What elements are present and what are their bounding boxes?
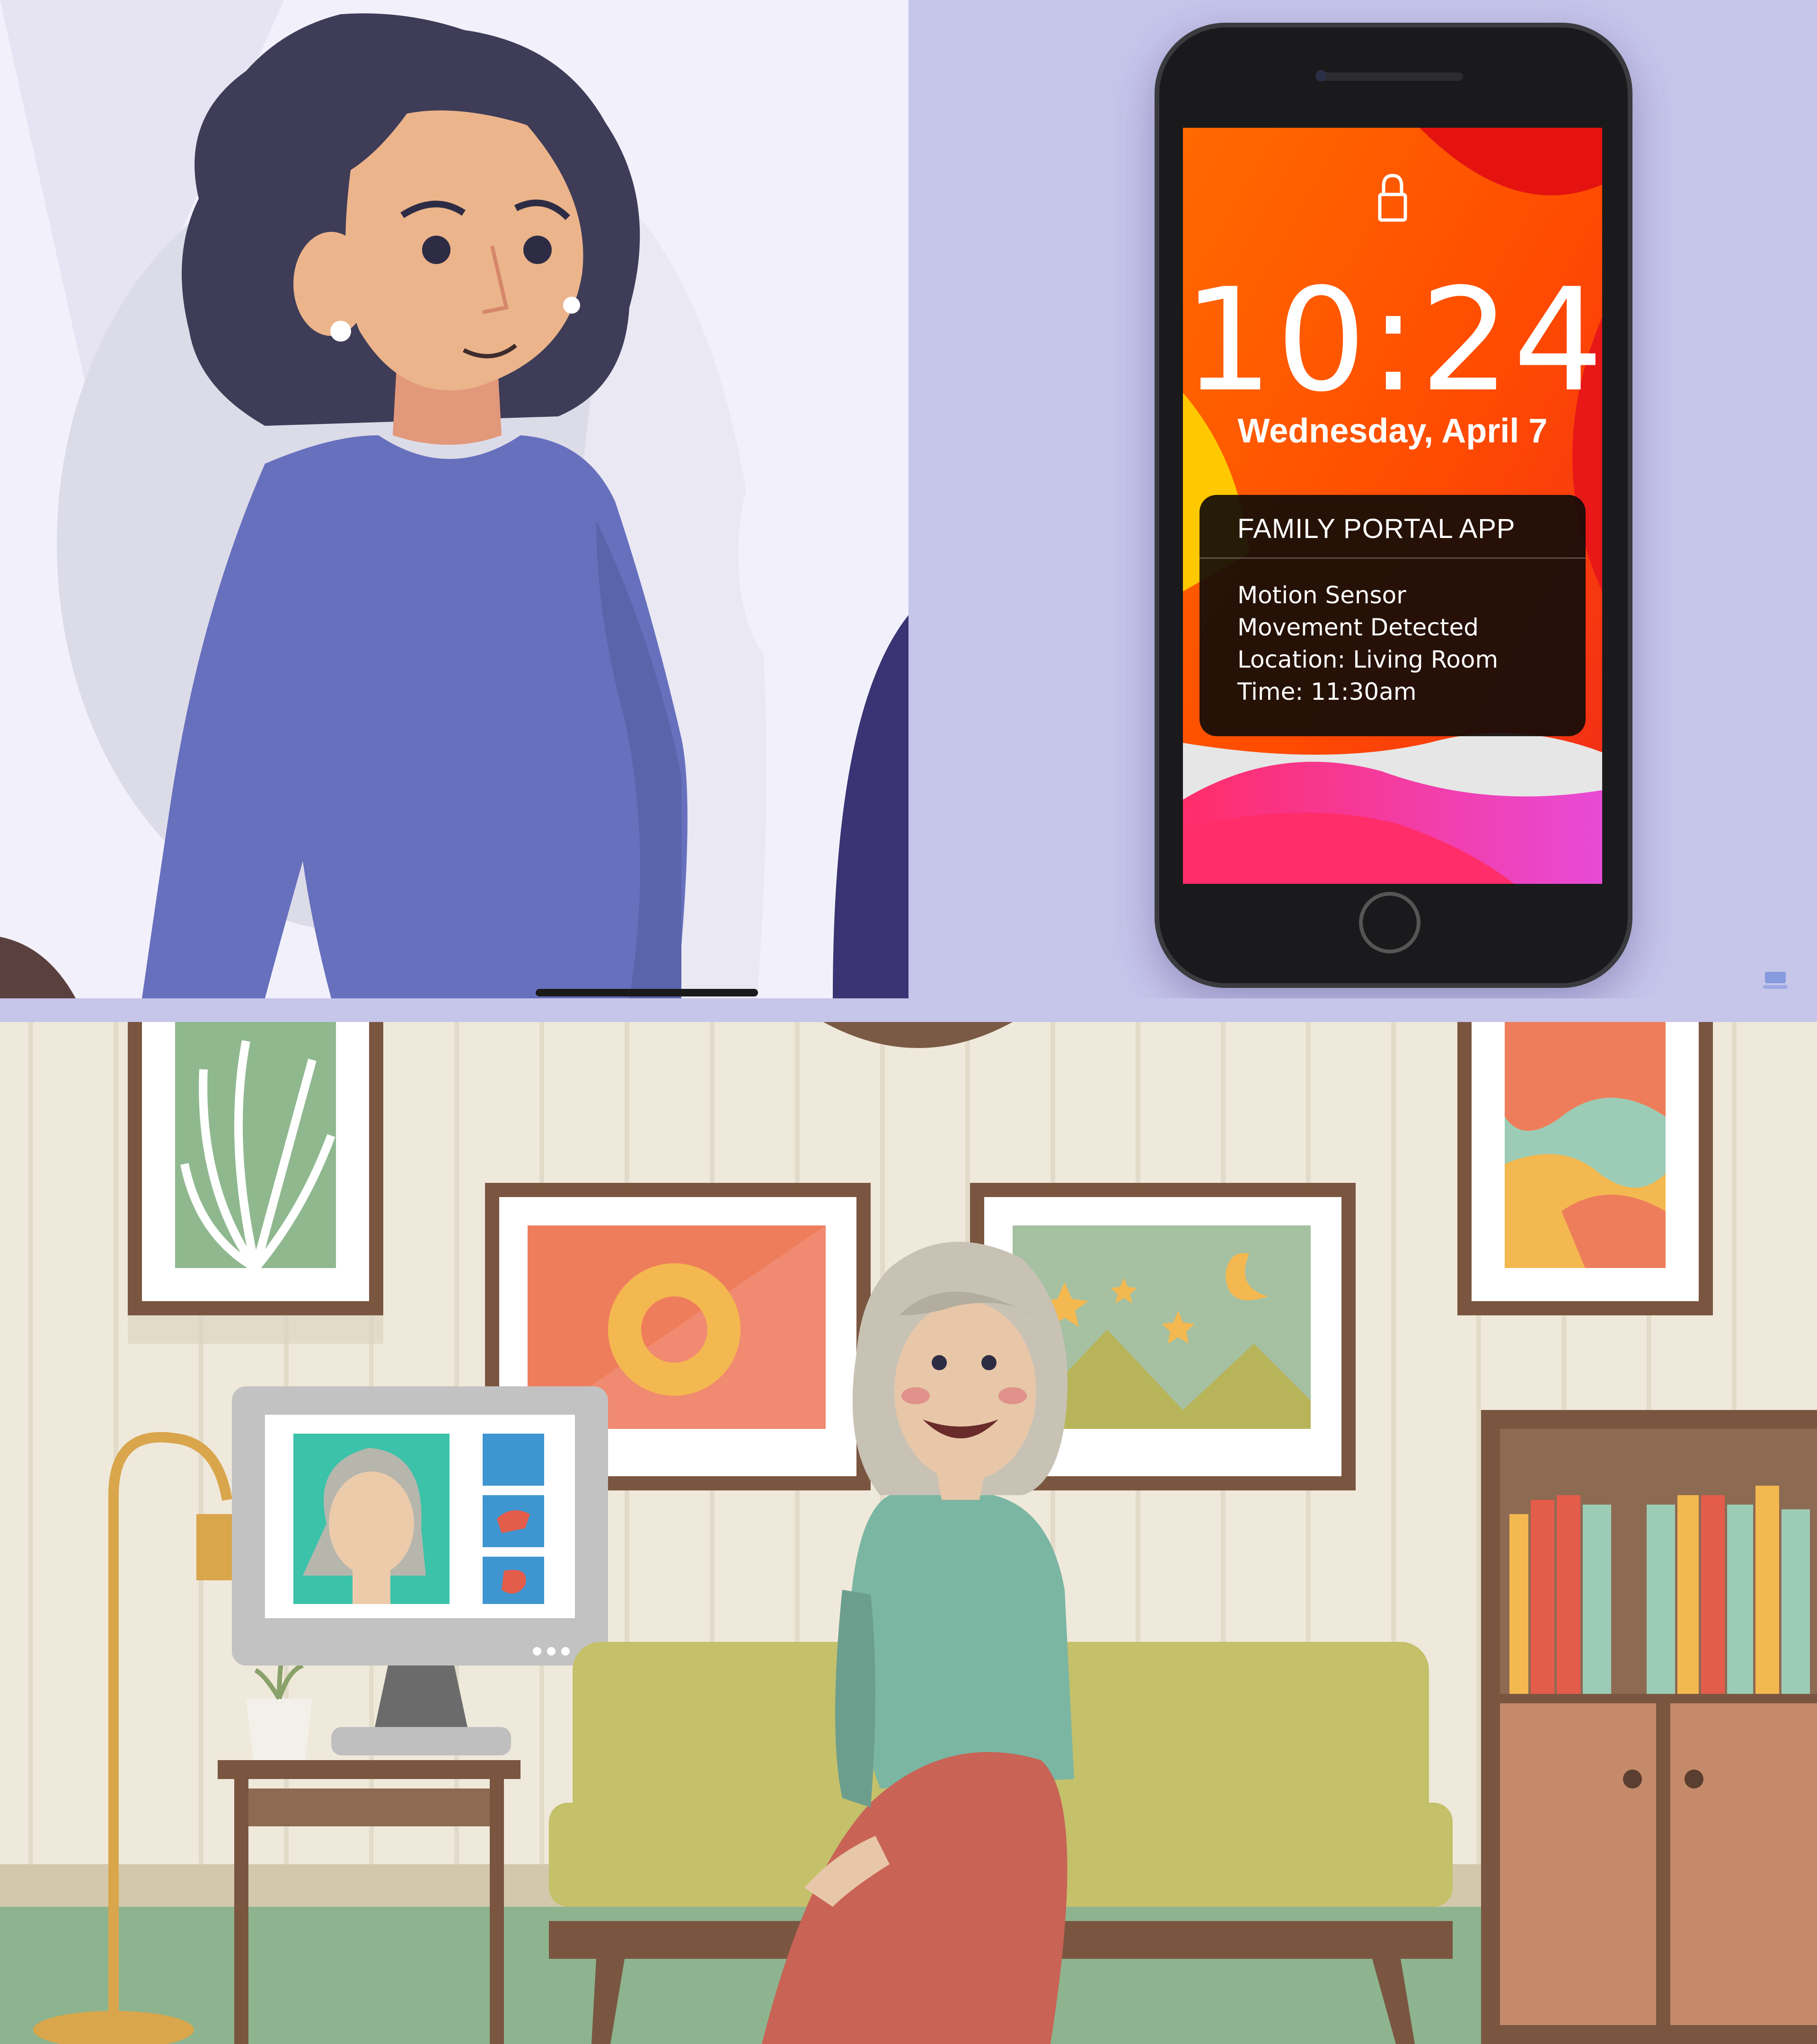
notification-app-name: FAMILY PORTAL APP (1237, 513, 1516, 544)
notification-line: Location: Living Room (1237, 646, 1499, 673)
notification-card[interactable]: FAMILY PORTAL APP Motion Sensor Movement… (1200, 495, 1586, 736)
lock-screen[interactable]: 10:24 Wednesday, April 7 FAMILY PORTAL A… (1183, 128, 1602, 884)
living-room-illustration (0, 1022, 1817, 2044)
living-room-panel (0, 1022, 1817, 2044)
lock-icon (1378, 174, 1407, 222)
eye-left (422, 236, 450, 264)
notification-line: Motion Sensor (1237, 581, 1406, 609)
lock-screen-date: Wednesday, April 7 (1237, 412, 1548, 450)
notification-line: Movement Detected (1237, 614, 1479, 641)
notification-divider (1200, 557, 1586, 559)
lock-screen-time: 10:24 (1183, 258, 1602, 423)
plant-pot (246, 1699, 312, 1760)
illustration-woman-panel (0, 0, 908, 998)
earring-left (330, 321, 351, 342)
panel-divider (0, 998, 1817, 1022)
home-indicator-bar (536, 989, 758, 996)
ear (293, 232, 369, 336)
speaker-grille (1321, 72, 1463, 81)
cardigan (850, 1495, 1074, 1788)
home-button[interactable] (1359, 892, 1420, 953)
front-camera (1315, 70, 1327, 81)
notification-line: Time: 11:30am (1237, 678, 1417, 705)
side-table (218, 1760, 520, 1779)
woman-illustration (0, 0, 908, 998)
earring-right (563, 297, 580, 314)
watermark-logo (1763, 972, 1788, 989)
eye-right (523, 236, 552, 264)
